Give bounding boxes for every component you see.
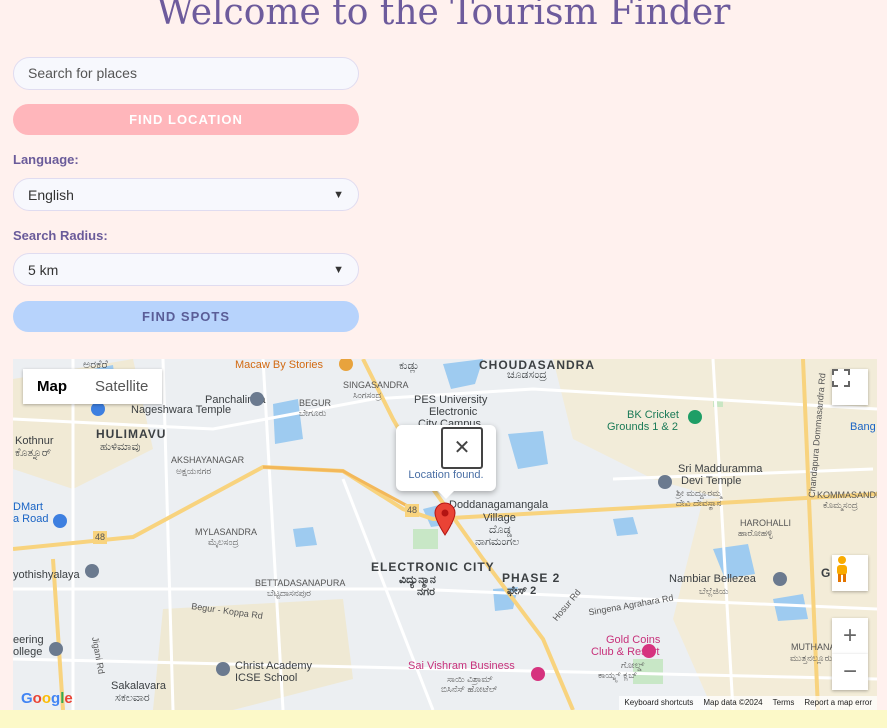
map-label: ಕುಡ್ಲು <box>399 360 420 372</box>
radius-label: Search Radius: <box>13 228 108 243</box>
google-logo: Google <box>21 690 73 707</box>
map-label: ಸಕಲವಾರ <box>115 692 150 704</box>
find-spots-button[interactable]: FIND SPOTS <box>13 301 359 332</box>
map-label: ELECTRONIC CITY <box>371 560 495 574</box>
map-label: ಬೇಗೂರು <box>299 408 327 418</box>
map-label: ಸಿಂಗಸಂದ್ರ <box>353 390 382 400</box>
language-label: Language: <box>13 152 79 167</box>
map-label: Nageshwara Temple <box>131 404 232 416</box>
map-label: Doddanagamangala <box>449 499 549 511</box>
map-type-satellite-button[interactable]: Satellite <box>81 369 162 404</box>
map-type-control: Map Satellite <box>23 369 163 404</box>
map-label: ನಗರ <box>417 586 435 598</box>
map-label: ಕೊಮ್ಮಸಂದ್ರ <box>823 500 858 510</box>
map-label: ಫೇಸ್ 2 <box>507 585 537 597</box>
map-label: ಬಿಸಿನೆಸ್ ಹೋಟೆಲ್ <box>441 684 498 694</box>
map-label: HULIMAVU <box>96 427 167 441</box>
map-type-map-button[interactable]: Map <box>23 369 81 404</box>
highway-shield: 48 <box>405 504 420 517</box>
map-label: yothishyalaya <box>13 569 80 581</box>
language-select[interactable]: English ▼ <box>13 178 359 211</box>
page-title: Welcome to the Tourism Finder <box>156 0 731 33</box>
map-label: Grounds 1 & 2 <box>607 421 678 433</box>
map-view[interactable]: ಅರಕೆರೆ Macaw By Stories ಕುಡ್ಲು CHOUDASAN… <box>13 359 877 710</box>
map-label: ಹಾರೋಹಳ್ಳಿ <box>738 528 773 538</box>
map-label: ಹುಳಿಮಾವು <box>100 441 141 453</box>
info-window: ✕ Location found. <box>396 425 496 499</box>
map-label: Club & Resort <box>591 646 660 658</box>
map-label: ನಾಗಮಂಗಲ <box>475 536 520 548</box>
location-pin-icon[interactable] <box>433 502 457 536</box>
report-error-link[interactable]: Report a map error <box>804 696 872 710</box>
zoom-in-button[interactable]: + <box>832 618 868 654</box>
map-label: G <box>821 566 832 580</box>
close-icon[interactable]: ✕ <box>441 427 483 469</box>
map-label: a Road <box>13 513 49 525</box>
map-label: ದೇವಿ ದೇವಸ್ಥಾನ <box>676 498 722 508</box>
chevron-down-icon: ▼ <box>333 263 344 276</box>
map-label: Bang <box>850 421 876 433</box>
map-label: ಕಾಯ್ನ್ಸ್ ಕ್ಲಬ್ <box>598 670 638 680</box>
terms-link[interactable]: Terms <box>773 696 795 710</box>
page-footer-strip <box>0 710 887 728</box>
map-label: ollege <box>13 646 43 658</box>
map-label: Macaw By Stories <box>235 359 324 371</box>
map-label: ಕೊತ್ನೂರ್ <box>15 447 52 459</box>
info-window-text: Location found. <box>408 469 484 481</box>
map-footer: Keyboard shortcuts Map data ©2024 Terms … <box>619 696 877 710</box>
map-label: ಮೈಲಸಂದ್ರ <box>208 537 239 547</box>
map-label: ಅಕ್ಷಯನಗರ <box>176 466 212 476</box>
map-label: ಮುತ್ತನಲ್ಲೂರು <box>790 653 833 663</box>
highway-shield: 48 <box>93 531 108 544</box>
find-location-button[interactable]: FIND LOCATION <box>13 104 359 135</box>
map-label: ಬೆಲ್ಲೆಜಿಯ <box>699 586 729 596</box>
map-label: ಬೆಟ್ಟದಾಸನಪುರ <box>267 588 311 598</box>
radius-select[interactable]: 5 km ▼ <box>13 253 359 286</box>
keyboard-shortcuts-link[interactable]: Keyboard shortcuts <box>624 696 693 710</box>
chevron-down-icon: ▼ <box>333 188 344 201</box>
search-input[interactable]: Search for places <box>13 57 359 90</box>
fullscreen-icon[interactable] <box>832 369 868 405</box>
map-label: PHASE 2 <box>502 571 561 585</box>
radius-selected-value: 5 km <box>28 261 59 278</box>
street-view-pegman-icon[interactable] <box>832 555 868 591</box>
map-label: Sai Vishram Business <box>408 660 515 672</box>
map-label: ICSE School <box>235 672 298 684</box>
map-label: ಚೂಡಸಂದ್ರ <box>507 369 547 381</box>
zoom-out-button[interactable]: − <box>832 654 868 690</box>
language-selected-value: English <box>28 186 74 203</box>
map-data-text: Map data ©2024 <box>703 698 763 707</box>
